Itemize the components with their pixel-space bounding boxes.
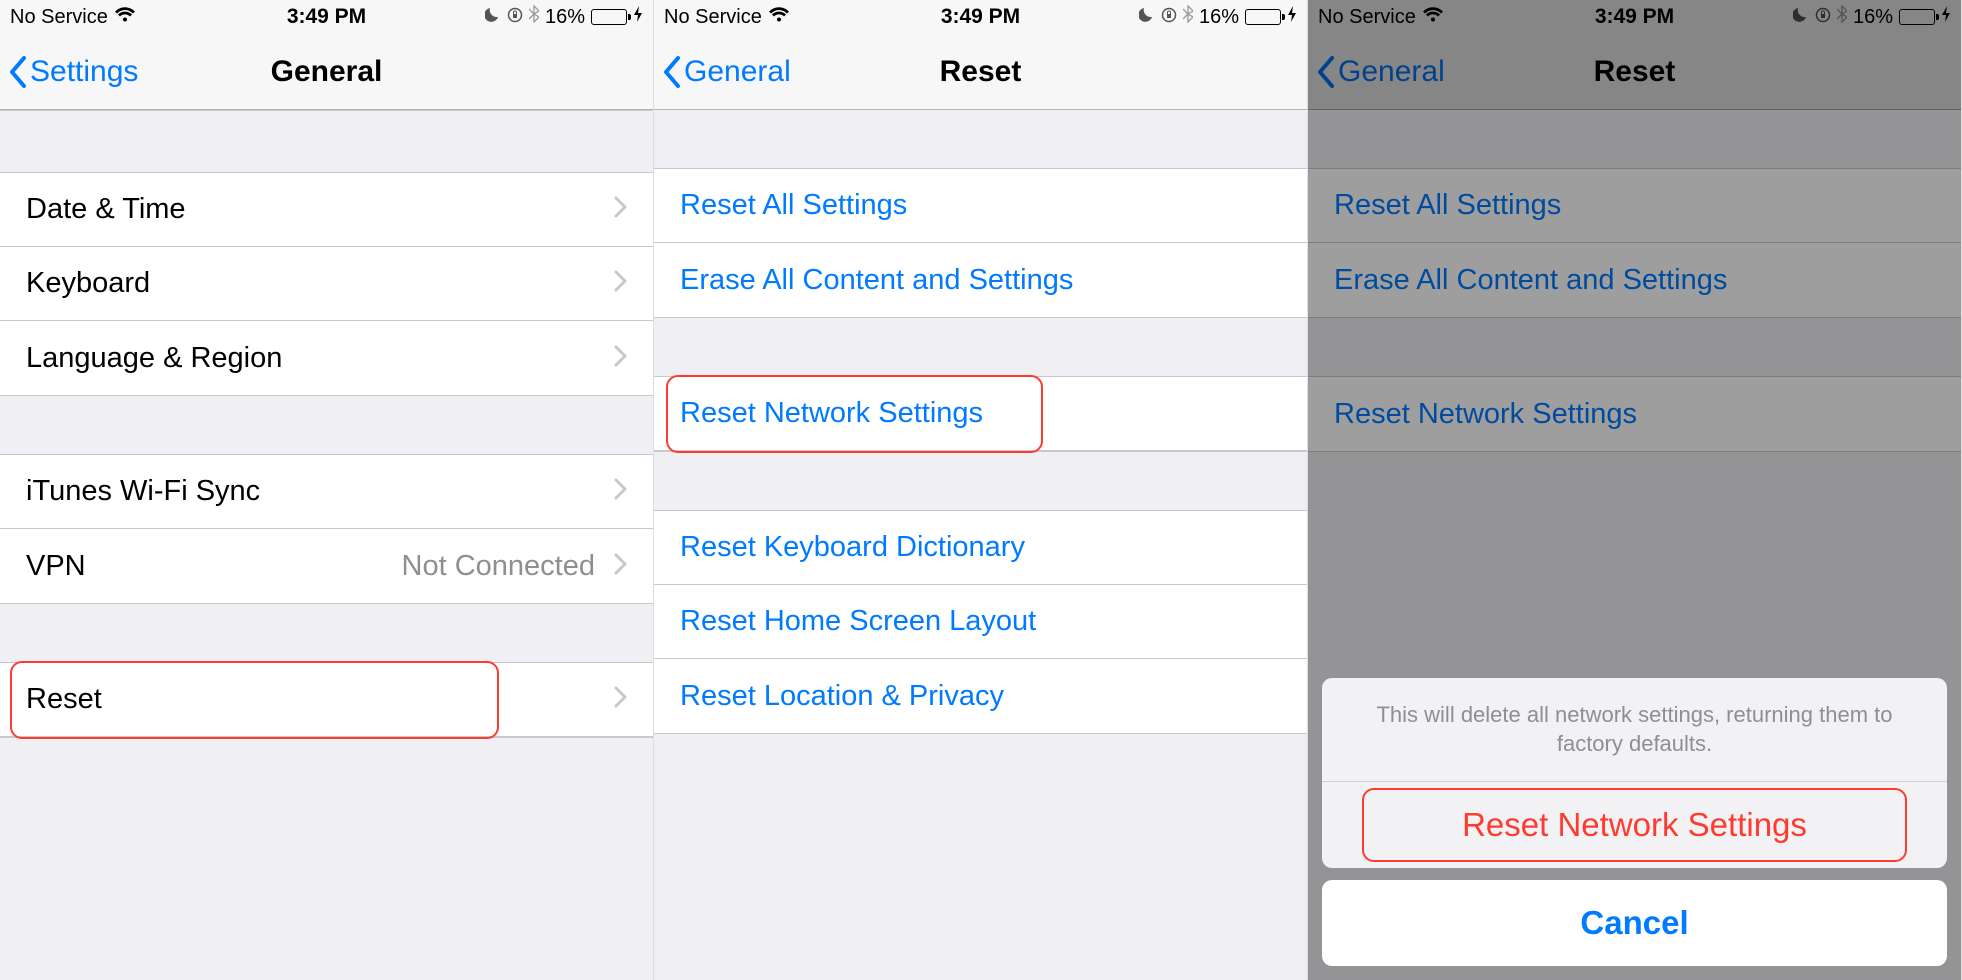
clock-label: 3:49 PM [941,5,1020,29]
nav-bar: Settings General [0,34,653,110]
row-label: Language & Region [26,342,282,375]
row-reset-home-screen[interactable]: Reset Home Screen Layout [654,585,1307,659]
row-itunes-wifi-sync[interactable]: iTunes Wi-Fi Sync [0,455,653,529]
row-label: VPN [26,550,86,583]
cancel-label: Cancel [1580,904,1688,942]
bluetooth-icon [529,5,539,29]
moon-icon [485,6,501,29]
chevron-right-icon [613,477,627,506]
content: Reset All Settings Erase All Content and… [654,110,1307,734]
row-label: Erase All Content and Settings [680,264,1073,297]
row-value: Not Connected [402,550,595,583]
status-bar: No Service 3:49 PM 16% [654,0,1307,34]
confirm-label: Reset Network Settings [1462,806,1807,844]
wifi-icon [114,6,136,29]
battery-percent: 16% [545,6,585,29]
chevron-right-icon [613,195,627,224]
row-date-time[interactable]: Date & Time [0,173,653,247]
status-bar: No Service 3:49 PM 16% [0,0,653,34]
clock-label: 3:49 PM [287,5,366,29]
moon-icon [1139,6,1155,29]
orientation-lock-icon [1161,6,1177,29]
row-language-region[interactable]: Language & Region [0,321,653,395]
row-label: Keyboard [26,267,150,300]
chevron-right-icon [613,344,627,373]
row-label: Reset Network Settings [680,397,983,430]
back-button[interactable]: General [654,55,791,89]
battery-icon [591,9,627,25]
cancel-button[interactable]: Cancel [1322,880,1947,966]
back-button[interactable]: Settings [0,55,138,89]
row-reset-keyboard-dictionary[interactable]: Reset Keyboard Dictionary [654,511,1307,585]
row-label: Reset [26,683,102,716]
carrier-label: No Service [664,6,762,29]
action-sheet: This will delete all network settings, r… [1322,678,1947,966]
action-sheet-group: This will delete all network settings, r… [1322,678,1947,868]
bolt-icon [1287,5,1297,29]
row-erase-all-content[interactable]: Erase All Content and Settings [654,243,1307,317]
confirm-reset-network-button[interactable]: Reset Network Settings [1322,782,1947,868]
row-reset-all-settings[interactable]: Reset All Settings [654,169,1307,243]
row-label: Reset Keyboard Dictionary [680,531,1025,564]
row-label: Date & Time [26,193,186,226]
row-keyboard[interactable]: Keyboard [0,247,653,321]
bolt-icon [633,5,643,29]
content: Date & Time Keyboard Language & Region i… [0,110,653,738]
screen-reset-confirm: No Service 3:49 PM 16% General Reset Res… [1308,0,1962,980]
row-reset-network-settings[interactable]: Reset Network Settings [654,377,1307,451]
orientation-lock-icon [507,6,523,29]
row-label: Reset All Settings [680,189,907,222]
battery-percent: 16% [1199,6,1239,29]
chevron-right-icon [613,552,627,581]
wifi-icon [768,6,790,29]
back-label: General [684,55,791,89]
nav-bar: General Reset [654,34,1307,110]
battery-icon [1245,9,1281,25]
nav-title: General [271,55,383,89]
nav-title: Reset [940,55,1022,89]
chevron-right-icon [613,269,627,298]
row-label: iTunes Wi-Fi Sync [26,475,260,508]
row-reset-location-privacy[interactable]: Reset Location & Privacy [654,659,1307,733]
row-vpn[interactable]: VPN Not Connected [0,529,653,603]
back-label: Settings [30,55,138,89]
carrier-label: No Service [10,6,108,29]
screen-general: No Service 3:49 PM 16% Settings General … [0,0,654,980]
screen-reset: No Service 3:49 PM 16% General Reset Res… [654,0,1308,980]
row-reset[interactable]: Reset [0,663,653,737]
action-sheet-message: This will delete all network settings, r… [1322,678,1947,782]
chevron-right-icon [613,685,627,714]
row-label: Reset Location & Privacy [680,680,1004,713]
row-label: Reset Home Screen Layout [680,605,1036,638]
bluetooth-icon [1183,5,1193,29]
